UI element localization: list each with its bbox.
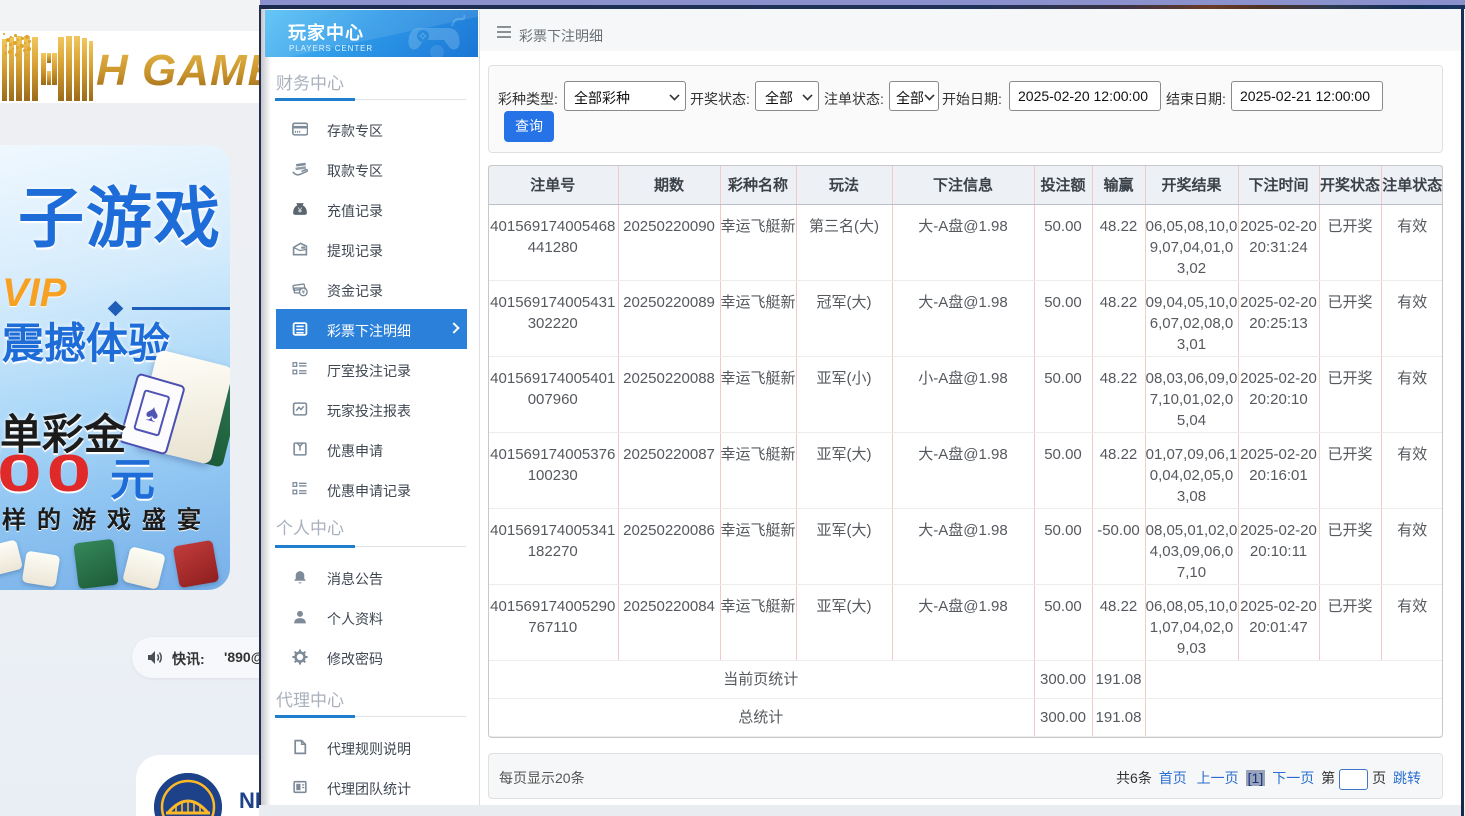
svg-text:¥: ¥ (302, 289, 306, 296)
